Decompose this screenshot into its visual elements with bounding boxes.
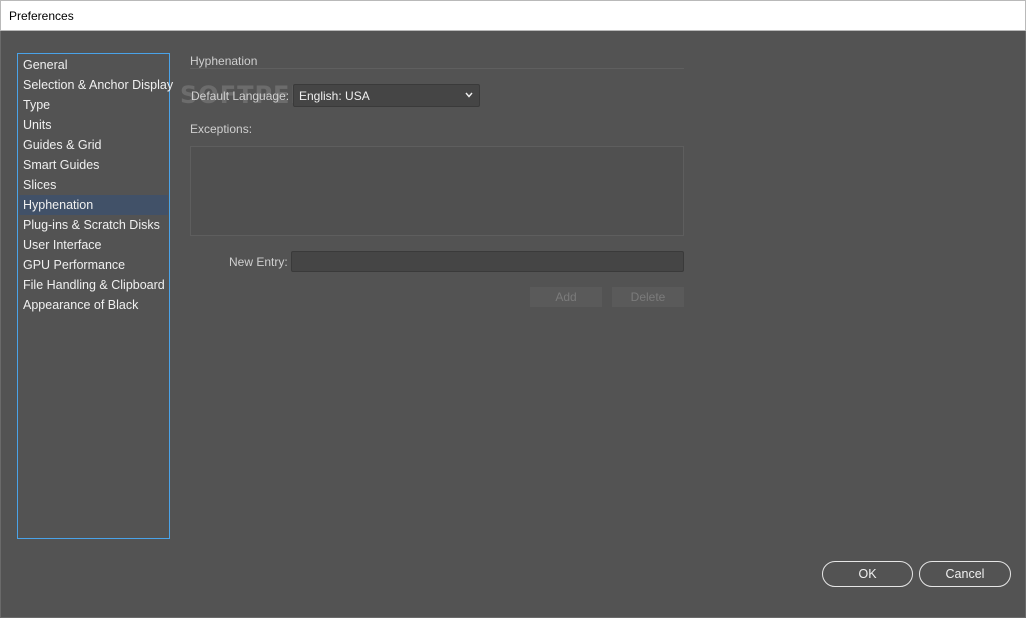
delete-button[interactable]: Delete bbox=[612, 287, 684, 307]
nav-item-plugins-scratch-disks[interactable]: Plug-ins & Scratch Disks bbox=[19, 215, 168, 235]
new-entry-label: New Entry: bbox=[229, 255, 288, 269]
chevron-down-icon bbox=[465, 92, 473, 98]
nav-item-selection-anchor-display[interactable]: Selection & Anchor Display bbox=[19, 75, 173, 95]
ok-button[interactable]: OK bbox=[822, 561, 913, 587]
nav-item-smart-guides[interactable]: Smart Guides bbox=[19, 155, 168, 175]
title-bar: Preferences bbox=[0, 0, 1026, 31]
preferences-dialog: General Selection & Anchor Display Type … bbox=[0, 31, 1026, 618]
section-title: Hyphenation bbox=[190, 54, 258, 68]
add-button[interactable]: Add bbox=[530, 287, 602, 307]
new-entry-input[interactable] bbox=[291, 251, 684, 272]
cancel-button[interactable]: Cancel bbox=[919, 561, 1011, 587]
nav-item-general[interactable]: General bbox=[19, 55, 168, 75]
default-language-dropdown[interactable]: English: USA bbox=[293, 84, 480, 107]
nav-item-user-interface[interactable]: User Interface bbox=[19, 235, 168, 255]
nav-item-gpu-performance[interactable]: GPU Performance bbox=[19, 255, 168, 275]
default-language-value: English: USA bbox=[299, 89, 370, 103]
nav-item-type[interactable]: Type bbox=[19, 95, 168, 115]
section-divider bbox=[190, 68, 684, 69]
nav-item-appearance-of-black[interactable]: Appearance of Black bbox=[19, 295, 168, 315]
nav-item-guides-grid[interactable]: Guides & Grid bbox=[19, 135, 168, 155]
category-list[interactable]: General Selection & Anchor Display Type … bbox=[17, 53, 173, 539]
exceptions-label: Exceptions: bbox=[190, 122, 253, 136]
nav-item-slices[interactable]: Slices bbox=[19, 175, 168, 195]
window-title: Preferences bbox=[9, 9, 74, 23]
nav-item-file-handling-clipboard[interactable]: File Handling & Clipboard bbox=[19, 275, 168, 295]
nav-item-hyphenation[interactable]: Hyphenation bbox=[19, 195, 168, 215]
nav-item-units[interactable]: Units bbox=[19, 115, 168, 135]
exceptions-list[interactable] bbox=[190, 146, 684, 236]
default-language-label: Default Language: bbox=[191, 89, 290, 103]
